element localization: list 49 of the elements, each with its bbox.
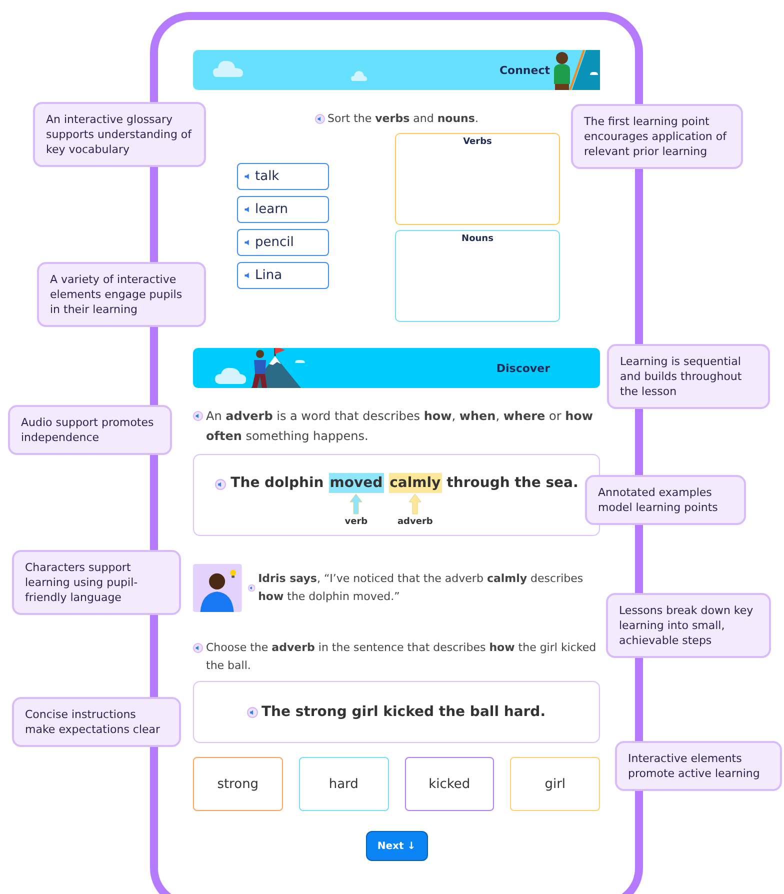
sorting-bin[interactable]: Verbs <box>395 133 560 225</box>
speaker-icon[interactable] <box>193 411 203 421</box>
callout-note: Audio support promotes independence <box>8 405 172 455</box>
cloud-icon <box>213 59 243 77</box>
speaker-icon[interactable] <box>214 479 226 490</box>
character-speech: Idris says, “I’ve noticed that the adverb calmly describes how the dolphin moved.” <box>258 571 584 605</box>
callout-note: Annotated examples model learning points <box>585 475 746 525</box>
speaker-icon[interactable] <box>244 206 251 213</box>
next-button[interactable]: Next ↓ <box>366 831 428 861</box>
annotation-label: adverb <box>397 517 433 527</box>
cloud-icon <box>351 71 367 81</box>
speaker-icon[interactable] <box>244 239 251 246</box>
highlighted-word: calmly <box>388 473 442 493</box>
callout-note: Interactive elements promote active learning <box>615 741 782 791</box>
climber-drawing <box>552 50 600 90</box>
speaker-icon[interactable] <box>244 272 251 279</box>
definition-sentence: An adverb is a word that describes how, when, where or how often something happens. <box>206 408 594 445</box>
callout-note: Lessons break down key learning into small, achievable steps <box>606 593 771 658</box>
up-arrow-icon <box>408 493 422 515</box>
word-card[interactable]: learn <box>237 196 329 223</box>
speaker-icon[interactable] <box>244 173 251 180</box>
sentence-text: through the sea. <box>446 474 578 493</box>
callout-note: The first learning point encourages application of relevant prior learning <box>571 104 743 169</box>
highlighted-word: moved <box>328 473 384 493</box>
word-card[interactable]: pencil <box>237 229 329 256</box>
question-sentence: Choose the adverb in the sentence that describes how the girl kicked the ball. <box>206 640 598 674</box>
speaker-icon[interactable] <box>248 583 256 593</box>
annotation-label: verb <box>344 517 368 527</box>
callout-note: Learning is sequential and builds throughout the lesson <box>607 344 770 409</box>
banner-title: Connect <box>499 64 550 76</box>
sorting-bin[interactable]: Nouns <box>395 230 560 322</box>
answer-option[interactable]: hard <box>298 757 388 811</box>
speaker-icon[interactable] <box>247 706 258 718</box>
callout-note: A variety of interactive elements engage pupils in their learning <box>37 262 206 327</box>
answer-option[interactable]: strong <box>193 757 283 811</box>
callout-note: An interactive glossary supports understanding of key vocabulary <box>33 102 206 167</box>
up-arrow-icon <box>349 493 364 515</box>
speaker-icon[interactable] <box>314 114 325 124</box>
sentence-text: The dolphin <box>230 474 324 493</box>
instruction-sentence: Sort the verbs and nouns. <box>328 112 478 125</box>
speaker-icon[interactable] <box>193 643 203 653</box>
banner-title: Discover <box>496 362 550 374</box>
word-card[interactable]: talk <box>237 163 329 190</box>
question-sentence-text: The strong girl kicked the ball hard. <box>261 703 546 722</box>
answer-option[interactable]: girl <box>510 757 600 811</box>
callout-note: Concise instructions make expectations clear <box>12 697 181 747</box>
answer-option[interactable]: kicked <box>404 757 494 811</box>
word-card[interactable]: Lina <box>237 262 329 289</box>
callout-note: Characters support learning using pupil-friendly language <box>12 550 181 615</box>
